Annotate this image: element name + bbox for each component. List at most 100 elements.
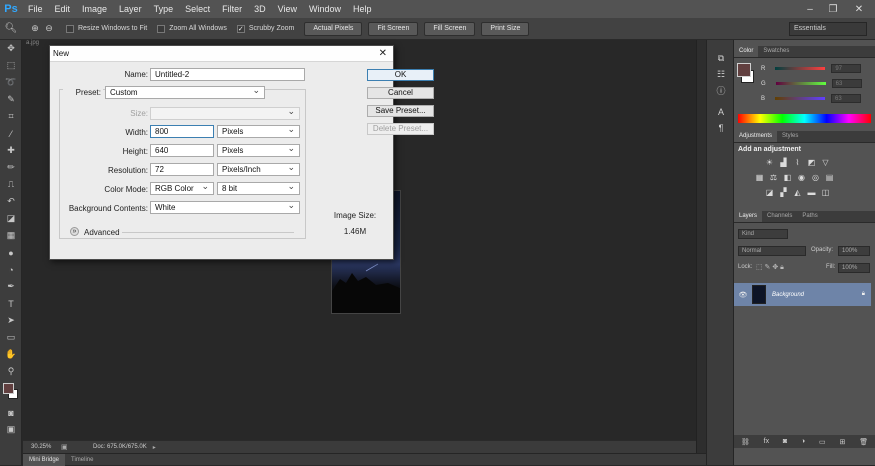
paragraph-panel-icon[interactable]: ¶ [707,120,735,136]
posterize-icon[interactable]: ▞ [778,187,789,198]
dodge-tool-icon[interactable]: ◔ [0,261,22,278]
type-tool-icon[interactable]: T [0,295,22,312]
tab-layers[interactable]: Layers [734,211,763,222]
mask-icon[interactable]: ◙ [783,438,787,445]
fill-field[interactable]: 100% [838,263,870,273]
close-icon[interactable]: ✕ [852,2,866,16]
workspace-select[interactable]: Essentials [789,22,867,36]
menu-image[interactable]: Image [76,0,113,18]
quick-mask-icon[interactable]: ◙ [0,404,22,421]
levels-icon[interactable]: ▟ [778,157,789,168]
zoom-tool-icon[interactable]: ⚲ [0,363,22,380]
healing-brush-tool-icon[interactable]: ✚ [0,142,22,159]
menu-help[interactable]: Help [347,0,378,18]
height-field[interactable]: 640 [150,144,214,157]
resolution-unit-select[interactable]: Pixels/Inch [217,162,300,176]
layer-filter-kind[interactable]: Kind [738,229,788,239]
layer-row-background[interactable]: 👁︎ Background 🔒︎ [734,283,871,306]
red-value-field[interactable]: 97 [831,64,862,73]
hue-saturation-icon[interactable]: ▦ [754,172,765,183]
blend-mode-select[interactable]: Normal [738,246,806,256]
restore-icon[interactable]: ❐ [826,2,840,16]
move-tool-icon[interactable]: ✥ [0,40,22,57]
menu-filter[interactable]: Filter [216,0,248,18]
history-brush-tool-icon[interactable]: ↶ [0,193,22,210]
crop-tool-icon[interactable]: ⌗ [0,108,22,125]
status-menu-icon[interactable]: ▸ [153,444,156,451]
name-field[interactable]: Untitled-2 [150,68,305,81]
tab-paths[interactable]: Paths [797,211,822,222]
zoom-out-icon[interactable]: ⊖ [42,23,56,34]
hand-tool-icon[interactable]: ✋ [0,346,22,363]
menu-file[interactable]: File [22,0,49,18]
pen-tool-icon[interactable]: ✒ [0,278,22,295]
zoom-tool-icon[interactable]: 🔍︎ [0,23,22,34]
exposure-icon[interactable]: ◩ [806,157,817,168]
info-panel-icon[interactable]: ⓘ [707,82,735,98]
invert-icon[interactable]: ◪ [764,187,775,198]
menu-layer[interactable]: Layer [113,0,148,18]
adjustment-layer-icon[interactable]: ◑ [801,438,805,445]
zoom-level[interactable]: 30.25% [23,444,57,450]
ok-button[interactable]: OK [367,69,434,81]
bit-depth-select[interactable]: 8 bit [217,181,300,195]
color-balance-icon[interactable]: ⚖ [768,172,779,183]
link-icon[interactable]: ⛓ [741,438,750,446]
foreground-background-swatch[interactable] [0,380,22,404]
eye-icon[interactable]: 👁︎ [734,291,752,299]
selective-color-icon[interactable]: ◫ [820,187,831,198]
close-icon[interactable]: ✕ [379,48,387,59]
tab-color[interactable]: Color [734,46,759,57]
menu-3d[interactable]: 3D [248,0,272,18]
quick-select-tool-icon[interactable]: ✎ [0,91,22,108]
blue-value-field[interactable]: 63 [831,94,862,103]
advanced-label[interactable]: Advanced [84,228,120,237]
resize-windows-checkbox[interactable]: Resize Windows to Fit [66,24,147,33]
width-field[interactable]: 800 [150,125,214,138]
background-contents-select[interactable]: White [150,200,300,214]
marquee-tool-icon[interactable]: ⬚ [0,57,22,74]
vertical-scrollbar[interactable] [696,40,706,453]
tab-channels[interactable]: Channels [762,211,797,222]
tab-timeline[interactable]: Timeline [65,454,99,466]
properties-panel-icon[interactable]: ☷ [707,66,735,82]
eraser-tool-icon[interactable]: ◪ [0,210,22,227]
menu-window[interactable]: Window [303,0,347,18]
menu-type[interactable]: Type [148,0,180,18]
zoom-all-windows-checkbox[interactable]: Zoom All Windows [157,24,227,33]
foreground-color-swatch[interactable] [3,383,14,394]
red-slider[interactable] [775,67,826,70]
width-unit-select[interactable]: Pixels [217,124,300,138]
curves-icon[interactable]: ⌇ [792,157,803,168]
save-preset-button[interactable]: Save Preset... [367,105,434,117]
status-preview-icon[interactable]: ▣ [61,443,73,451]
fit-screen-button[interactable]: Fit Screen [368,21,419,36]
history-panel-icon[interactable]: ⧉ [707,50,735,66]
preset-select[interactable]: Custom [105,85,265,99]
vibrance-icon[interactable]: ▽ [820,157,831,168]
color-spectrum-bar[interactable] [738,114,871,123]
brush-tool-icon[interactable]: ✏ [0,159,22,176]
eyedropper-tool-icon[interactable]: ⁄ [0,125,22,142]
clone-stamp-tool-icon[interactable]: ⎍ [0,176,22,193]
menu-view[interactable]: View [272,0,303,18]
new-layer-icon[interactable]: ⊞ [839,438,845,446]
photo-filter-icon[interactable]: ◉ [796,172,807,183]
foreground-color-chip[interactable] [737,63,751,77]
scrubby-zoom-checkbox[interactable]: ✓ Scrubby Zoom [236,24,294,33]
tab-adjustments[interactable]: Adjustments [734,131,778,142]
document-tab[interactable]: a.jpg [26,40,39,49]
green-value-field[interactable]: 63 [831,79,862,88]
print-size-button[interactable]: Print Size [481,21,530,36]
gradient-map-icon[interactable]: ▬ [806,187,817,198]
color-mode-select[interactable]: RGB Color [150,181,214,195]
actual-pixels-button[interactable]: Actual Pixels [304,21,363,36]
cancel-button[interactable]: Cancel [367,87,434,99]
threshold-icon[interactable]: ◭ [792,187,803,198]
screen-mode-icon[interactable]: ▣ [0,421,22,438]
resolution-field[interactable]: 72 [150,163,214,176]
advanced-toggle-icon[interactable]: » [70,227,79,236]
minimize-icon[interactable]: – [803,2,817,16]
channel-mixer-icon[interactable]: ◎ [810,172,821,183]
blue-slider[interactable] [775,97,826,100]
